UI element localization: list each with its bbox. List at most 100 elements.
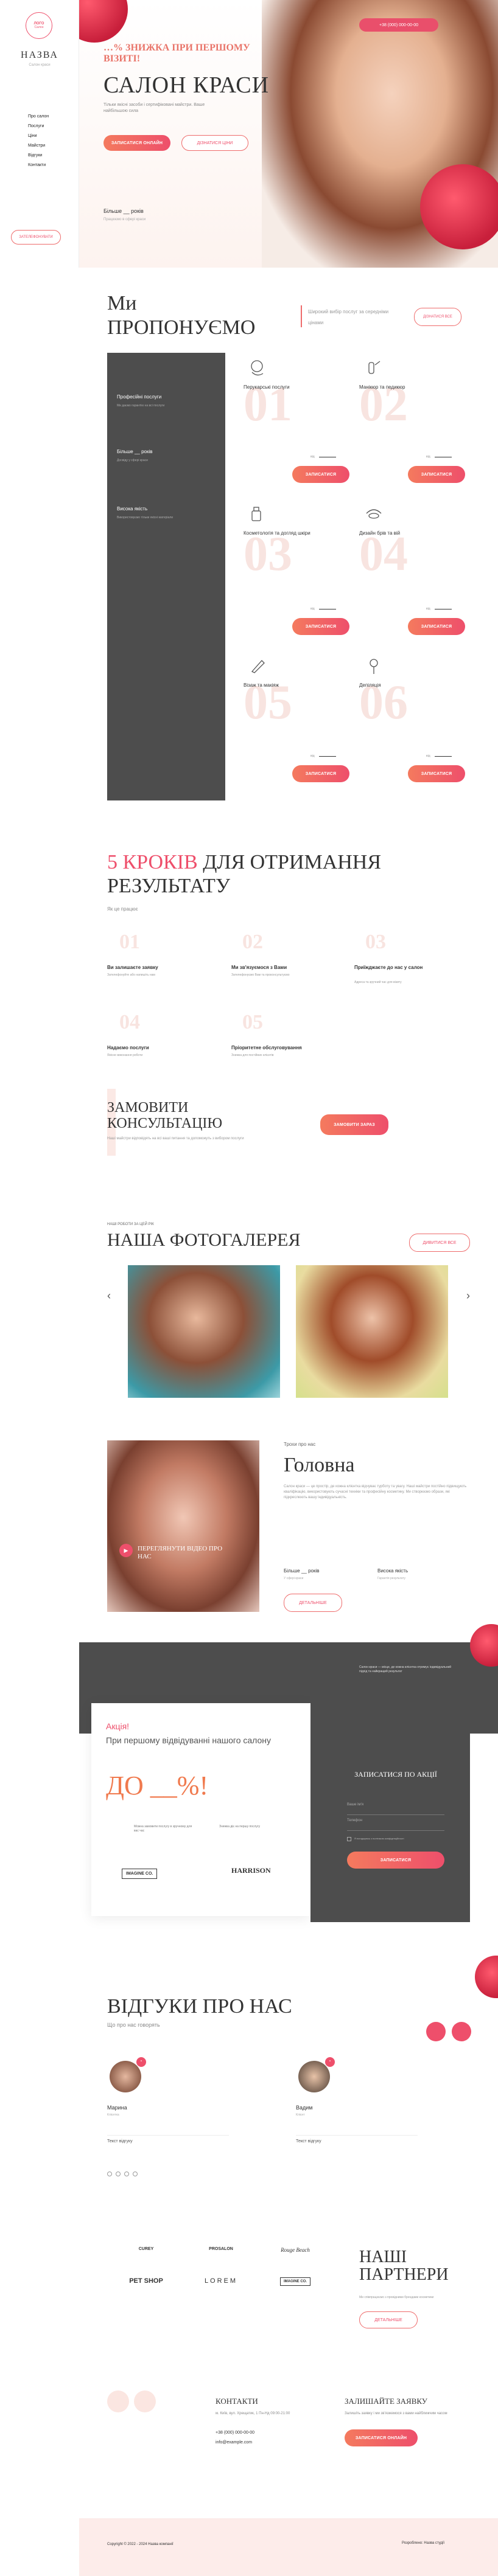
steps-title: 5 КРОКІВ ДЛЯ ОТРИМАННЯ РЕЗУЛЬТАТУ xyxy=(107,850,472,898)
steps-section: 5 КРОКІВ ДЛЯ ОТРИМАННЯ РЕЗУЛЬТАТУ Як це … xyxy=(0,833,498,1174)
hero-promo: …% ЗНИЖКА ПРИ ПЕРШОМУ ВІЗИТІ! xyxy=(103,43,250,64)
consult-button[interactable]: ЗАМОВИТИ ЗАРАЗ xyxy=(320,1114,388,1135)
service-card: 02 Манікюр та педикюр від ЗАПИСАТИСЯ xyxy=(359,353,475,499)
play-icon[interactable]: ▶ xyxy=(119,1544,133,1557)
service-title: Косметологія та догляд шкіри xyxy=(244,530,310,536)
hero-section: +38 (000) 000-00-00 …% ЗНИЖКА ПРИ ПЕРШОМ… xyxy=(79,0,498,268)
hair-icon xyxy=(251,360,264,376)
sidebar: ЛОГО Салон НАЗВА Салон краси Про салон П… xyxy=(0,0,79,268)
about-stat2-text: Гарантія результату xyxy=(377,1577,405,1580)
brand-tagline: Салон краси xyxy=(29,63,51,67)
step-title: Пріоритетне обслуговування xyxy=(231,1045,302,1050)
offer-more-button[interactable]: ДІЗНАТИСЯ ВСЕ xyxy=(414,308,461,326)
step-text: Зателефонуємо Вам та проконсультуємо xyxy=(231,973,290,977)
gallery-next-icon[interactable]: › xyxy=(466,1290,470,1302)
partners-button[interactable]: ДЕТАЛЬНІШЕ xyxy=(359,2311,418,2328)
service-book-button[interactable]: ЗАПИСАТИСЯ xyxy=(408,466,465,483)
step-title: Ви залишаєте заявку xyxy=(107,965,158,970)
about-more-button[interactable]: ДЕТАЛЬНІШЕ xyxy=(284,1594,342,1612)
nav-item-services[interactable]: Послуги xyxy=(28,124,49,128)
service-title: Депіляція xyxy=(359,682,381,688)
hero-phone[interactable]: +38 (000) 000-00-00 xyxy=(359,18,438,32)
nav-item-masters[interactable]: Майстри xyxy=(28,144,49,148)
pager-dot[interactable] xyxy=(124,2172,129,2176)
review-role: Клієнт xyxy=(296,2113,305,2117)
hero-stat-label: Працюємо в сфері краси xyxy=(103,218,146,221)
brows-icon xyxy=(366,509,382,519)
service-card: 01 Перукарські послуги від ЗАПИСАТИСЯ xyxy=(244,353,359,499)
nails-icon xyxy=(368,361,381,374)
service-title: Перукарські послуги xyxy=(244,384,290,390)
gallery-photo[interactable] xyxy=(296,1265,448,1398)
form-phone-input[interactable]: Телефон xyxy=(347,1819,444,1831)
service-book-button[interactable]: ЗАПИСАТИСЯ xyxy=(292,466,349,483)
partner-logo: Rouge Beach xyxy=(281,2247,310,2253)
hero-subtitle: Тільки якісні засоби і сертифіковані май… xyxy=(103,103,205,113)
call-button[interactable]: ЗАТЕЛЕФОНУВАТИ xyxy=(11,230,61,245)
service-card: 04 Дизайн брів та вій від ЗАПИСАТИСЯ xyxy=(359,499,475,651)
service-price: від xyxy=(310,607,315,611)
service-book-button[interactable]: ЗАПИСАТИСЯ xyxy=(292,618,349,635)
offer-subtitle: Широкий вибір послуг за середніми цінами xyxy=(301,305,392,327)
about-title: Головна xyxy=(284,1454,355,1476)
gallery-photo[interactable] xyxy=(128,1265,280,1398)
service-price: від xyxy=(310,754,315,758)
review-name: Вадим xyxy=(296,2105,313,2111)
depilation-icon xyxy=(370,659,378,674)
quote-icon: “ xyxy=(136,2057,146,2067)
book-online-button[interactable]: ЗАПИСАТИСЯ ОНЛАЙН xyxy=(103,135,170,151)
prices-button[interactable]: ДІЗНАТИСЯ ЦІНИ xyxy=(181,135,248,151)
gallery-prev-icon[interactable]: ‹ xyxy=(107,1290,111,1302)
service-book-button[interactable]: ЗАПИСАТИСЯ xyxy=(408,765,465,782)
pager-dot[interactable] xyxy=(133,2172,138,2176)
reviews-next-button[interactable] xyxy=(452,2022,471,2041)
reviews-flower xyxy=(475,1956,498,1998)
contacts-email[interactable]: info@example.com xyxy=(216,2440,252,2445)
partner-logo: PET SHOP xyxy=(129,2277,163,2285)
partner-logo: IMAGINE CO. xyxy=(122,1869,158,1879)
gallery-all-button[interactable]: ДИВИТИСЯ ВСЕ xyxy=(409,1234,470,1252)
dark-item-1-text: Ми даємо гарантію на всі послуги xyxy=(117,404,165,408)
brand-name: НАЗВА xyxy=(21,50,58,60)
service-title: Візаж та макіяж xyxy=(244,682,279,688)
hero-flower xyxy=(420,164,498,249)
nav-item-prices[interactable]: Ціни xyxy=(28,134,49,138)
service-title: Манікюр та педикюр xyxy=(359,384,405,390)
partners-title-2: ПАРТНЕРИ xyxy=(359,2265,449,2285)
nav-item-contacts[interactable]: Контакти xyxy=(28,163,49,167)
contacts-phone[interactable]: +38 (000) 000-00-00 xyxy=(216,2431,254,2435)
logo-sub: Салон xyxy=(34,26,44,29)
nav-item-about[interactable]: Про салон xyxy=(28,114,49,119)
contacts-address: м. Київ, вул. Хрещатик, 1 Пн-Нд 09:00-21… xyxy=(216,2412,290,2415)
gallery-label: НАШІ РОБОТИ ЗА ЦЕЙ РІК xyxy=(107,1223,154,1226)
form-name-input[interactable]: Ваше ім'я xyxy=(347,1803,444,1815)
offer-title-2: пропонуємо xyxy=(107,316,256,339)
quote-icon: “ xyxy=(325,2057,335,2067)
consult-title: ЗАМОВИТИ КОНСУЛЬТАЦІЮ xyxy=(107,1100,223,1132)
service-book-button[interactable]: ЗАПИСАТИСЯ xyxy=(408,618,465,635)
service-title: Дизайн брів та вій xyxy=(359,530,401,536)
offer-section: Ми пропонуємо Широкий вибір послуг за се… xyxy=(0,268,498,815)
review-name: Марина xyxy=(107,2105,127,2111)
agree-checkbox[interactable] xyxy=(347,1837,351,1841)
logo-badge[interactable]: ЛОГО Салон xyxy=(26,12,52,39)
step-num: 01 xyxy=(119,931,140,953)
reviews-prev-button[interactable] xyxy=(426,2022,446,2041)
service-card: 05 Візаж та макіяж від ЗАПИСАТИСЯ xyxy=(244,651,359,803)
nav-item-reviews[interactable]: Відгуки xyxy=(28,153,49,158)
form-submit-button[interactable]: ЗАПИСАТИСЯ xyxy=(347,1852,444,1869)
service-book-button[interactable]: ЗАПИСАТИСЯ xyxy=(292,765,349,782)
makeup-icon xyxy=(251,660,265,673)
pager-dot[interactable] xyxy=(116,2172,121,2176)
step-text: Знижка для постійних клієнтів xyxy=(231,1054,274,1057)
pager-dot[interactable] xyxy=(107,2172,112,2176)
step-title: Ми зв'язуємося з Вами xyxy=(231,965,287,970)
partners-section: CUREY PROSALON Rouge Beach PET SHOP LORE… xyxy=(0,2214,498,2360)
developer-link[interactable]: Розроблено: Назва студії xyxy=(402,2541,475,2545)
cta-button[interactable]: ЗАПИСАТИСЯ ОНЛАЙН xyxy=(345,2429,418,2446)
offer-subtitle-text: Широкий вибір послуг за середніми цінами xyxy=(308,309,389,325)
about-section: ПЕРЕГЛЯНУТИ ВІДЕО ПРО НАС ▶ Трохи про на… xyxy=(0,1429,498,1612)
about-stat1-text: У сфері краси xyxy=(284,1577,304,1580)
about-video[interactable]: ПЕРЕГЛЯНУТИ ВІДЕО ПРО НАС ▶ xyxy=(107,1440,259,1612)
step-title: Надаємо послуги xyxy=(107,1045,149,1050)
